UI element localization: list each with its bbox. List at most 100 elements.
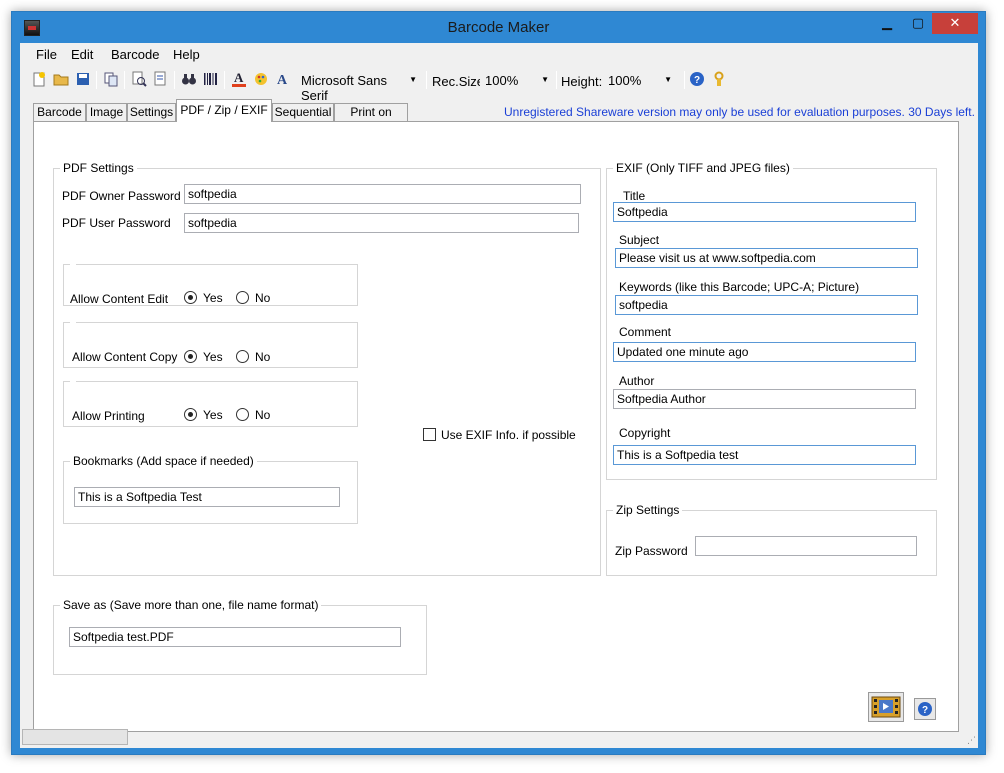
page-setup-icon[interactable] — [152, 70, 170, 88]
close-button[interactable]: ✕ — [932, 13, 978, 34]
save-as-legend: Save as (Save more than one, file name f… — [63, 598, 319, 612]
svg-text:A: A — [234, 70, 244, 85]
help-icon: ? — [918, 702, 932, 716]
allow-edit-yes-radio[interactable] — [184, 291, 197, 304]
menu-bar: File Edit Barcode Help — [20, 43, 978, 65]
font-icon[interactable]: A — [274, 70, 292, 88]
owner-password-field[interactable]: softpedia — [184, 184, 581, 204]
svg-text:?: ? — [694, 75, 700, 86]
save-icon[interactable] — [74, 70, 92, 88]
toolbar-separator — [174, 71, 175, 89]
allow-edit-no-label: No — [255, 291, 271, 305]
allow-printing-yes-radio[interactable] — [184, 408, 197, 421]
allow-edit-yes-label: Yes — [203, 291, 223, 305]
font-name-combo[interactable]: Microsoft Sans Serif ▼ — [296, 71, 422, 103]
menu-file[interactable]: File — [36, 47, 57, 62]
allow-printing-no-label: No — [255, 408, 271, 422]
height-value: 100% — [608, 73, 642, 88]
exif-subject-field[interactable]: Please visit us at www.softpedia.com — [615, 248, 918, 268]
zip-settings-legend: Zip Settings — [616, 503, 680, 517]
binoculars-icon[interactable] — [180, 70, 198, 88]
allow-printing-label: Allow Printing — [72, 409, 145, 423]
allow-copy-no-radio[interactable] — [236, 350, 249, 363]
allow-printing-no-radio[interactable] — [236, 408, 249, 421]
key-icon[interactable] — [710, 70, 728, 88]
maximize-button[interactable]: ▢ — [905, 13, 931, 34]
help-button[interactable]: ? — [914, 698, 936, 720]
barcode-icon[interactable] — [202, 70, 220, 88]
rec-size-combo[interactable]: 100% ▼ — [480, 71, 554, 91]
svg-text:?: ? — [922, 705, 928, 716]
exif-keywords-label: Keywords (like this Barcode; UPC-A; Pict… — [619, 280, 860, 294]
exif-subject-label: Subject — [619, 233, 660, 247]
use-exif-label: Use EXIF Info. if possible — [441, 428, 576, 442]
film-icon — [871, 696, 901, 718]
bookmarks-field[interactable]: This is a Softpedia Test — [74, 487, 340, 507]
font-color-icon[interactable]: A — [230, 70, 248, 88]
menu-edit[interactable]: Edit — [71, 47, 93, 62]
exif-title-field[interactable]: Softpedia — [613, 202, 916, 222]
tab-panel: PDF Settings PDF Owner Password softpedi… — [33, 121, 959, 732]
rec-size-label: Rec.Size — [432, 74, 485, 89]
exif-copyright-label: Copyright — [619, 426, 671, 440]
toolbar-separator — [426, 71, 427, 89]
exif-comment-field[interactable]: Updated one minute ago — [613, 342, 916, 362]
height-label: Height: — [561, 74, 603, 89]
window-title: Barcode Maker — [447, 19, 550, 36]
tab-print-on-label[interactable]: Print on Label — [334, 103, 408, 136]
zip-password-label: Zip Password — [615, 544, 688, 558]
color-palette-icon[interactable] — [252, 70, 270, 88]
preview-button[interactable] — [868, 692, 904, 722]
tab-pdf-zip-exif[interactable]: PDF / Zip / EXIF — [176, 99, 272, 122]
menu-help[interactable]: Help — [173, 47, 200, 62]
client-area: File Edit Barcode Help A A Microsoft San… — [20, 43, 978, 748]
tab-strip: Barcode Image Settings PDF / Zip / EXIF … — [20, 99, 978, 136]
allow-copy-label: Allow Content Copy — [72, 350, 178, 364]
rec-size-value: 100% — [485, 73, 519, 88]
svg-text:A: A — [277, 73, 288, 87]
toolbar-separator — [556, 71, 557, 89]
status-bar: ⋰ — [20, 726, 978, 748]
toolbar-separator — [684, 71, 685, 89]
help-icon[interactable]: ? — [688, 70, 706, 88]
shareware-notice: Unregistered Shareware version may only … — [504, 105, 975, 119]
toolbar-separator — [224, 71, 225, 89]
toolbar-separator — [124, 71, 125, 89]
allow-edit-no-radio[interactable] — [236, 291, 249, 304]
allow-copy-yes-label: Yes — [203, 350, 223, 364]
minimize-button[interactable]: ▁ — [874, 13, 900, 34]
tab-image[interactable]: Image — [86, 103, 127, 121]
status-panel — [22, 729, 128, 745]
tab-settings[interactable]: Settings — [127, 103, 176, 121]
new-document-icon[interactable] — [30, 70, 48, 88]
exif-legend: EXIF (Only TIFF and JPEG files) — [616, 161, 790, 175]
exif-copyright-field[interactable]: This is a Softpedia test — [613, 445, 916, 465]
save-as-field[interactable]: Softpedia test.PDF — [69, 627, 401, 647]
exif-author-field[interactable]: Softpedia Author — [613, 389, 916, 409]
toolbar: A A Microsoft Sans Serif ▼ Rec.Size 100%… — [20, 67, 978, 103]
bookmarks-legend: Bookmarks (Add space if needed) — [73, 454, 254, 468]
exif-keywords-field[interactable]: softpedia — [615, 295, 918, 315]
tab-barcode[interactable]: Barcode — [33, 103, 86, 121]
allow-printing-yes-label: Yes — [203, 408, 223, 422]
pdf-settings-legend: PDF Settings — [63, 161, 134, 175]
chevron-down-icon: ▼ — [541, 75, 549, 84]
user-password-field[interactable]: softpedia — [184, 213, 579, 233]
zip-password-field[interactable] — [695, 536, 917, 556]
menu-barcode[interactable]: Barcode — [111, 47, 159, 62]
toolbar-separator — [96, 71, 97, 89]
owner-password-label: PDF Owner Password — [62, 189, 181, 203]
tab-sequential[interactable]: Sequential — [272, 103, 334, 121]
title-bar[interactable]: Barcode Maker ▁ ▢ ✕ — [12, 12, 985, 43]
allow-copy-yes-radio[interactable] — [184, 350, 197, 363]
exif-comment-label: Comment — [619, 325, 672, 339]
allow-copy-no-label: No — [255, 350, 271, 364]
print-preview-icon[interactable] — [130, 70, 148, 88]
allow-edit-label: Allow Content Edit — [70, 292, 169, 306]
copy-icon[interactable] — [102, 70, 120, 88]
height-combo[interactable]: 100% ▼ — [603, 71, 677, 91]
use-exif-checkbox[interactable] — [423, 428, 436, 441]
user-password-label: PDF User Password — [62, 216, 171, 230]
resize-grip-icon[interactable]: ⋰ — [967, 735, 976, 746]
open-folder-icon[interactable] — [52, 70, 70, 88]
